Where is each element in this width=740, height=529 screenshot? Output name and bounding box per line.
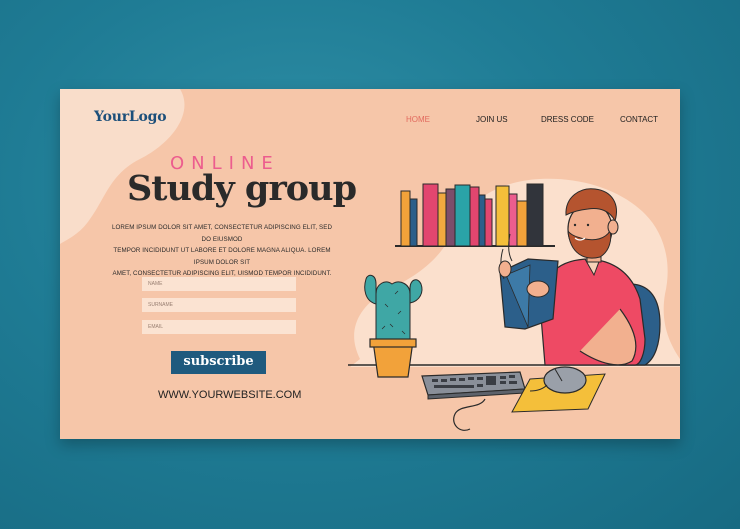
keyboard-icon	[421, 371, 526, 431]
study-illustration	[348, 178, 680, 431]
landing-card: YourLogo HOME JOIN US DRESS CODE CONTACT…	[60, 89, 680, 439]
